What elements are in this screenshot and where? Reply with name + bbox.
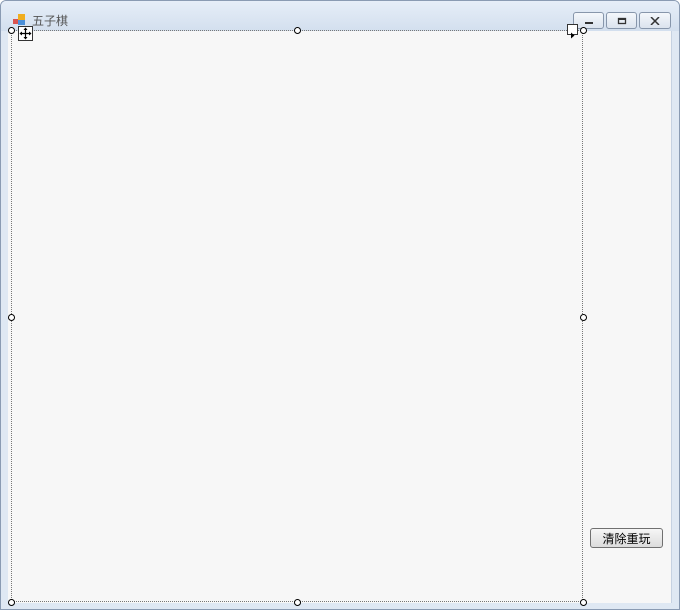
app-icon bbox=[13, 14, 25, 25]
minimize-icon bbox=[584, 21, 593, 24]
resize-handle-top-left[interactable] bbox=[8, 27, 15, 34]
restore-button[interactable] bbox=[606, 12, 637, 29]
close-icon bbox=[650, 16, 660, 25]
move-icon[interactable] bbox=[18, 26, 33, 41]
app-window: 五子棋 清除重玩 bbox=[0, 0, 680, 610]
resize-handle-bottom-right[interactable] bbox=[580, 599, 587, 606]
restore-icon bbox=[617, 17, 626, 24]
resize-handle-middle-left[interactable] bbox=[8, 314, 15, 321]
resize-handle-top-right[interactable] bbox=[580, 27, 587, 34]
resize-handle-bottom-center[interactable] bbox=[294, 599, 301, 606]
close-button[interactable] bbox=[639, 12, 671, 29]
game-board-panel[interactable] bbox=[11, 30, 583, 602]
window-title: 五子棋 bbox=[32, 14, 69, 28]
reset-game-button[interactable]: 清除重玩 bbox=[590, 528, 663, 548]
resize-handle-bottom-left[interactable] bbox=[8, 599, 15, 606]
resize-handle-middle-right[interactable] bbox=[580, 314, 587, 321]
smart-tag-arrow-icon[interactable] bbox=[567, 24, 578, 39]
triangle-right-icon bbox=[571, 32, 575, 39]
resize-handle-top-center[interactable] bbox=[294, 27, 301, 34]
